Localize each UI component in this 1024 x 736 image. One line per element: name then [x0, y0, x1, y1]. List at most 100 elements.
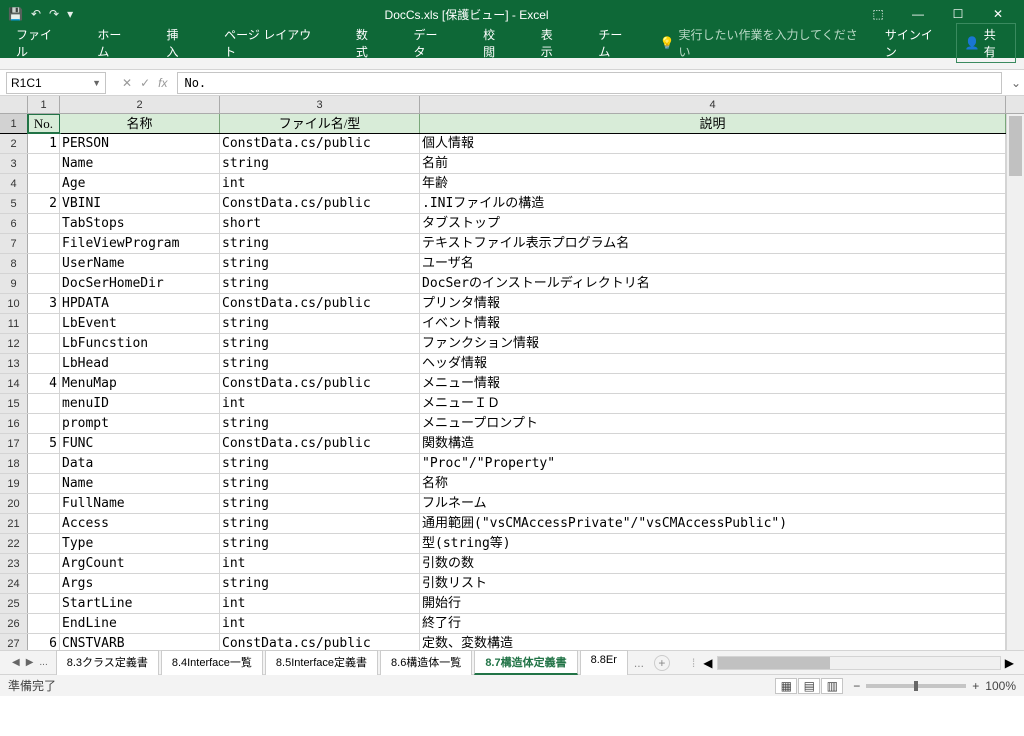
- cell[interactable]: 型(string等): [420, 534, 1006, 553]
- cell[interactable]: No.: [28, 114, 60, 133]
- sheet-nav-prev-icon[interactable]: ◀: [12, 657, 20, 668]
- cell[interactable]: [28, 254, 60, 273]
- cell[interactable]: LbHead: [60, 354, 220, 373]
- cell[interactable]: [28, 554, 60, 573]
- row-header[interactable]: 12: [0, 334, 28, 353]
- row-header[interactable]: 2: [0, 134, 28, 153]
- cell[interactable]: string: [220, 474, 420, 493]
- row-header[interactable]: 24: [0, 574, 28, 593]
- row-header[interactable]: 23: [0, 554, 28, 573]
- cell[interactable]: UserName: [60, 254, 220, 273]
- cell[interactable]: short: [220, 214, 420, 233]
- cell[interactable]: "Proc"/"Property": [420, 454, 1006, 473]
- cell[interactable]: ファンクション情報: [420, 334, 1006, 353]
- cell[interactable]: [28, 454, 60, 473]
- row-header[interactable]: 9: [0, 274, 28, 293]
- cell[interactable]: 名称: [420, 474, 1006, 493]
- cell[interactable]: [28, 394, 60, 413]
- cell[interactable]: DocSerのインストールディレクトリ名: [420, 274, 1006, 293]
- cell[interactable]: メニュー情報: [420, 374, 1006, 393]
- cell[interactable]: [28, 614, 60, 633]
- cell[interactable]: EndLine: [60, 614, 220, 633]
- cell[interactable]: Name: [60, 474, 220, 493]
- sheet-tab[interactable]: 8.3クラス定義書: [56, 650, 159, 675]
- row-header[interactable]: 19: [0, 474, 28, 493]
- cell[interactable]: [28, 514, 60, 533]
- row-header[interactable]: 5: [0, 194, 28, 213]
- customize-qat-icon[interactable]: ▾: [67, 7, 73, 21]
- cell[interactable]: string: [220, 234, 420, 253]
- undo-icon[interactable]: ↶: [31, 7, 41, 21]
- cell[interactable]: string: [220, 314, 420, 333]
- cell[interactable]: ArgCount: [60, 554, 220, 573]
- row-header[interactable]: 14: [0, 374, 28, 393]
- cell[interactable]: 名称: [60, 114, 220, 133]
- hscroll-left-icon[interactable]: ◀: [699, 656, 716, 670]
- scrollbar-thumb[interactable]: [1009, 116, 1022, 176]
- formula-input[interactable]: No.: [177, 72, 1002, 94]
- vertical-scrollbar[interactable]: [1006, 114, 1024, 650]
- cell[interactable]: ConstData.cs/public: [220, 374, 420, 393]
- cell[interactable]: MenuMap: [60, 374, 220, 393]
- cell[interactable]: 個人情報: [420, 134, 1006, 153]
- tab-pagelayout[interactable]: ページ レイアウト: [216, 22, 330, 64]
- sheet-tab[interactable]: 8.6構造体一覧: [380, 650, 472, 675]
- cell[interactable]: ConstData.cs/public: [220, 434, 420, 453]
- cell[interactable]: VBINI: [60, 194, 220, 213]
- zoom-level[interactable]: 100%: [985, 679, 1016, 693]
- cell[interactable]: [28, 534, 60, 553]
- row-header[interactable]: 6: [0, 214, 28, 233]
- cell[interactable]: 開始行: [420, 594, 1006, 613]
- redo-icon[interactable]: ↷: [49, 7, 59, 21]
- cell[interactable]: ファイル名/型: [220, 114, 420, 133]
- sheet-nav-more[interactable]: ...: [39, 657, 47, 668]
- cell[interactable]: int: [220, 394, 420, 413]
- minimize-icon[interactable]: —: [900, 3, 936, 25]
- row-header[interactable]: 21: [0, 514, 28, 533]
- cell[interactable]: [28, 594, 60, 613]
- cell[interactable]: プリンタ情報: [420, 294, 1006, 313]
- row-header[interactable]: 26: [0, 614, 28, 633]
- scrollbar-thumb[interactable]: [718, 657, 831, 669]
- cell[interactable]: Type: [60, 534, 220, 553]
- cell[interactable]: 5: [28, 434, 60, 453]
- cell[interactable]: [28, 334, 60, 353]
- enter-formula-icon[interactable]: ✓: [140, 76, 150, 90]
- cell[interactable]: CNSTVARB: [60, 634, 220, 650]
- tab-review[interactable]: 校閲: [475, 22, 515, 64]
- cell[interactable]: 3: [28, 294, 60, 313]
- pagebreak-view-icon[interactable]: ▥: [821, 678, 843, 694]
- fx-icon[interactable]: fx: [158, 76, 167, 90]
- cell[interactable]: .INIファイルの構造: [420, 194, 1006, 213]
- cell[interactable]: string: [220, 514, 420, 533]
- cell[interactable]: Name: [60, 154, 220, 173]
- cell[interactable]: フルネーム: [420, 494, 1006, 513]
- sheet-overflow[interactable]: ...: [630, 656, 648, 670]
- cell[interactable]: ConstData.cs/public: [220, 194, 420, 213]
- row-header[interactable]: 1: [0, 114, 28, 133]
- column-header[interactable]: 2: [60, 96, 220, 113]
- share-button[interactable]: 👤 共有: [956, 23, 1016, 63]
- tab-home[interactable]: ホーム: [89, 22, 140, 64]
- sheet-tab[interactable]: 8.7構造体定義書: [474, 650, 577, 675]
- cell[interactable]: [28, 354, 60, 373]
- row-header[interactable]: 18: [0, 454, 28, 473]
- cell[interactable]: string: [220, 274, 420, 293]
- row-header[interactable]: 27: [0, 634, 28, 650]
- zoom-out-button[interactable]: −: [853, 679, 860, 693]
- cell[interactable]: タブストップ: [420, 214, 1006, 233]
- chevron-down-icon[interactable]: ▼: [92, 78, 101, 88]
- cell[interactable]: [28, 174, 60, 193]
- cell[interactable]: FileViewProgram: [60, 234, 220, 253]
- cell[interactable]: 通用範囲("vsCMAccessPrivate"/"vsCMAccessPubl…: [420, 514, 1006, 533]
- cell[interactable]: prompt: [60, 414, 220, 433]
- row-header[interactable]: 17: [0, 434, 28, 453]
- tab-data[interactable]: データ: [406, 22, 458, 64]
- normal-view-icon[interactable]: ▦: [775, 678, 797, 694]
- cell[interactable]: [28, 414, 60, 433]
- cell[interactable]: 名前: [420, 154, 1006, 173]
- cell[interactable]: string: [220, 574, 420, 593]
- row-header[interactable]: 25: [0, 594, 28, 613]
- tab-file[interactable]: ファイル: [8, 22, 71, 64]
- cell[interactable]: 定数、変数構造: [420, 634, 1006, 650]
